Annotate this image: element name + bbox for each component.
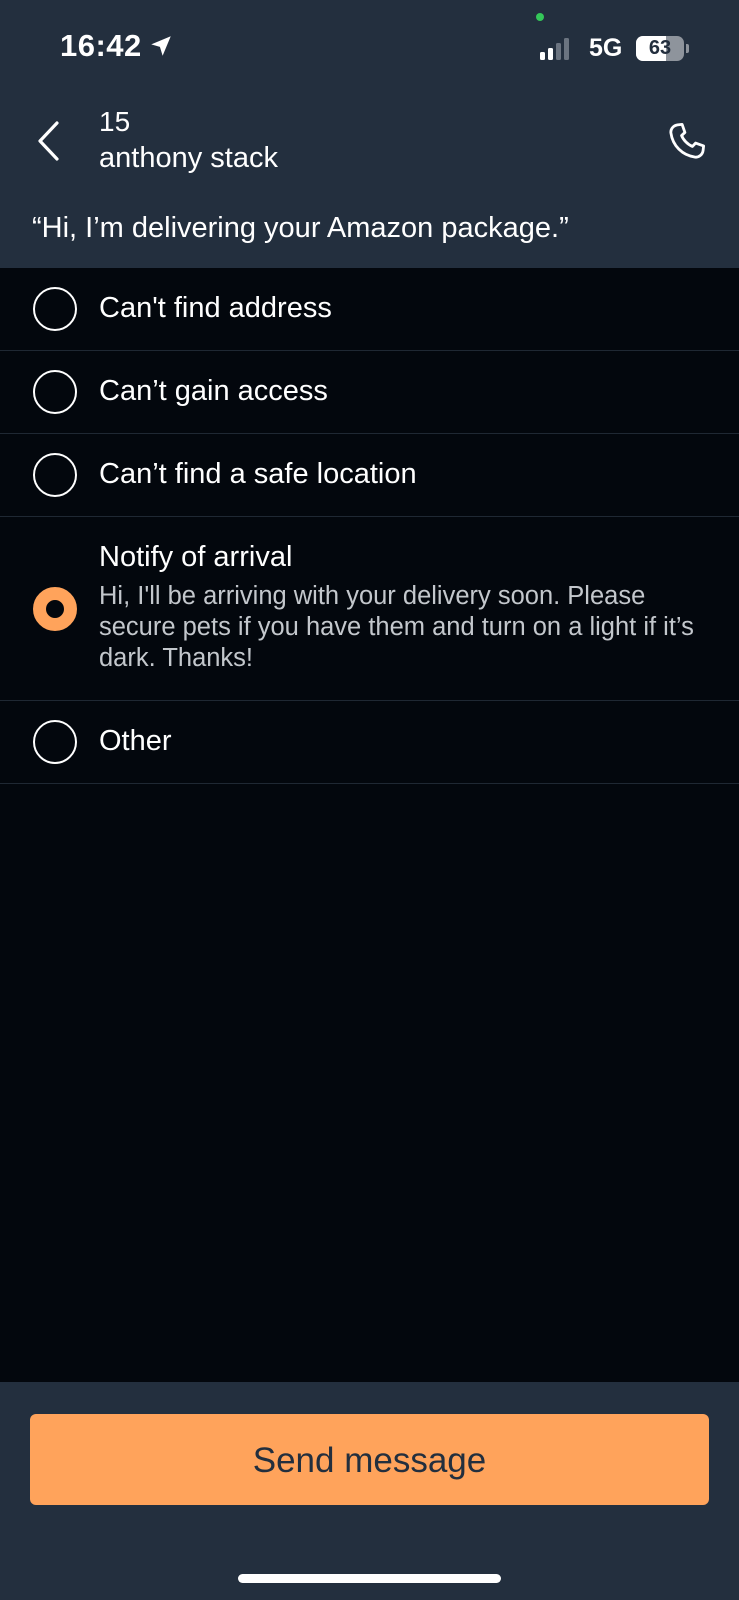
call-button[interactable] (662, 116, 712, 166)
signal-strength-icon (540, 38, 569, 60)
network-type: 5G (589, 34, 623, 62)
intro-text: “Hi, I’m delivering your Amazon package.… (32, 212, 569, 244)
phone-icon (669, 122, 706, 159)
location-arrow-icon (151, 36, 171, 56)
option-description: Hi, I'll be arriving with your delivery … (99, 582, 694, 672)
option-label: Can’t find a safe location (99, 458, 417, 490)
header: 16:42 5G 63 15 anthony stack “Hi, I’m de… (0, 0, 739, 268)
message-options-list: Can't find address Can’t gain access Can… (0, 268, 739, 784)
chevron-left-icon (38, 121, 59, 161)
screen: 16:42 5G 63 15 anthony stack “Hi, I’m de… (0, 0, 739, 1600)
option-cant-gain-access[interactable]: Can’t gain access (0, 351, 739, 434)
option-other[interactable]: Other (0, 701, 739, 784)
option-label: Can't find address (99, 292, 332, 324)
privacy-indicator-dot (536, 13, 544, 21)
radio-button-selected[interactable] (33, 587, 77, 631)
option-cant-find-safe-location[interactable]: Can’t find a safe location (0, 434, 739, 517)
option-label: Other (99, 725, 172, 757)
radio-button[interactable] (33, 453, 77, 497)
footer: Send message (0, 1382, 739, 1600)
clock: 16:42 (60, 28, 142, 63)
battery-icon: 63 (636, 36, 684, 61)
option-label: Can’t gain access (99, 375, 328, 407)
battery-tip (686, 44, 689, 53)
send-message-button[interactable]: Send message (30, 1414, 709, 1505)
home-indicator[interactable] (238, 1574, 501, 1583)
radio-button[interactable] (33, 287, 77, 331)
battery-level: 63 (648, 37, 672, 59)
stop-number: 15 (99, 106, 131, 137)
radio-button[interactable] (33, 370, 77, 414)
option-notify-of-arrival[interactable]: Notify of arrival Hi, I'll be arriving w… (0, 517, 739, 701)
radio-button[interactable] (33, 720, 77, 764)
back-button[interactable] (28, 116, 68, 166)
option-cant-find-address[interactable]: Can't find address (0, 268, 739, 351)
option-label: Notify of arrival (99, 541, 293, 573)
status-time: 16:42 (60, 28, 174, 64)
customer-name: anthony stack (99, 142, 278, 174)
